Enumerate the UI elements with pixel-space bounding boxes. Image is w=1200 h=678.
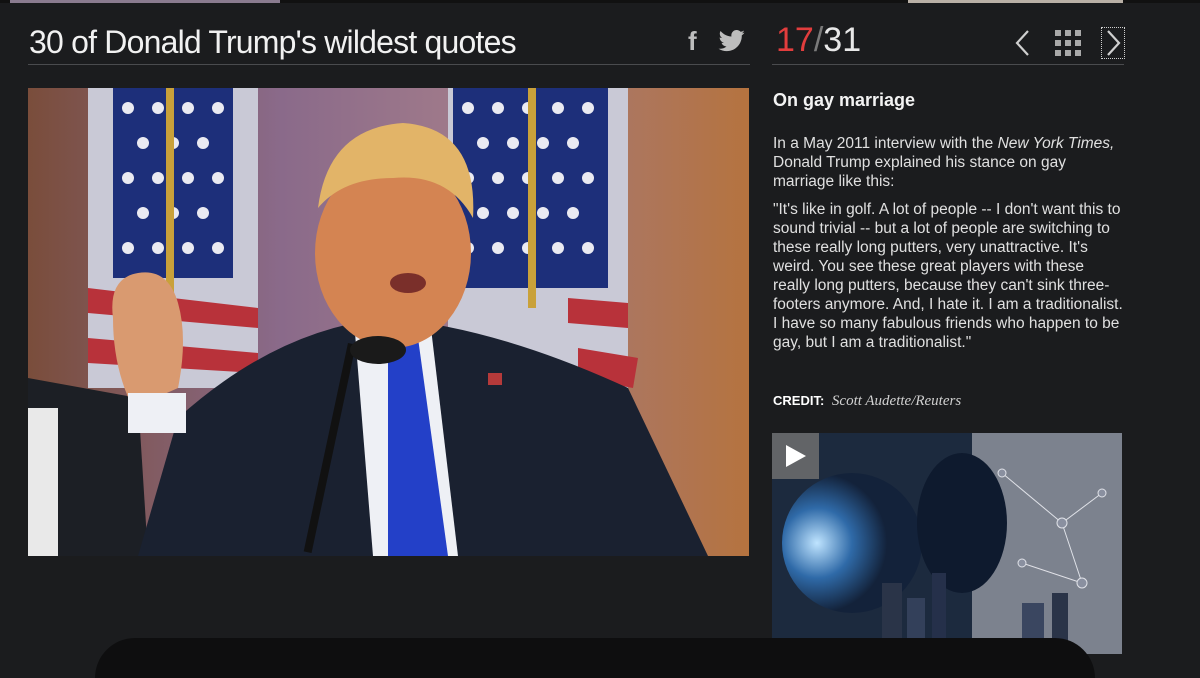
slide-photo [28,88,749,556]
total-slides: 31 [823,21,862,59]
play-icon [786,445,806,467]
current-slide-number: 17 [776,21,814,59]
grid-view-button[interactable] [1054,29,1082,57]
source-publication: New York Times, [997,135,1115,152]
credit-label: CREDIT: [773,393,825,408]
gallery-title: 30 of Donald Trump's wildest quotes [29,24,517,60]
caption-quote: "It's like in golf. A lot of people -- I… [773,201,1123,351]
slide-caption: In a May 2011 interview with the New Yor… [773,134,1125,361]
slide-counter: 17/31 [776,20,861,60]
thumbnail-next[interactable] [908,0,1123,3]
chevron-left-icon [1015,30,1029,56]
play-button[interactable] [772,433,819,479]
bottom-panel [95,638,1095,678]
grid-icon [1055,30,1081,56]
slide-heading: On gay marriage [773,90,916,110]
sidebar-divider [772,64,1124,65]
facebook-icon[interactable]: f [688,28,697,54]
top-thumbnail-strip [0,0,1200,3]
thumbnail-previous[interactable] [10,0,280,3]
photo-credit: CREDIT: Scott Audette/Reuters [773,393,961,410]
counter-separator: / [813,21,824,59]
twitter-icon[interactable] [718,30,746,57]
next-slide-button[interactable] [1101,27,1125,59]
caption-intro: In a May 2011 interview with the New Yor… [773,134,1125,191]
caption-intro-continued: Donald Trump explained his stance on gay… [773,154,1066,190]
previous-slide-button[interactable] [1012,28,1036,58]
caption-intro-text: In a May 2011 interview with the [773,135,998,152]
credit-value: Scott Audette/Reuters [831,393,962,409]
title-divider [28,64,750,65]
video-ad-thumbnail[interactable] [772,433,1122,654]
chevron-right-icon [1107,30,1121,56]
